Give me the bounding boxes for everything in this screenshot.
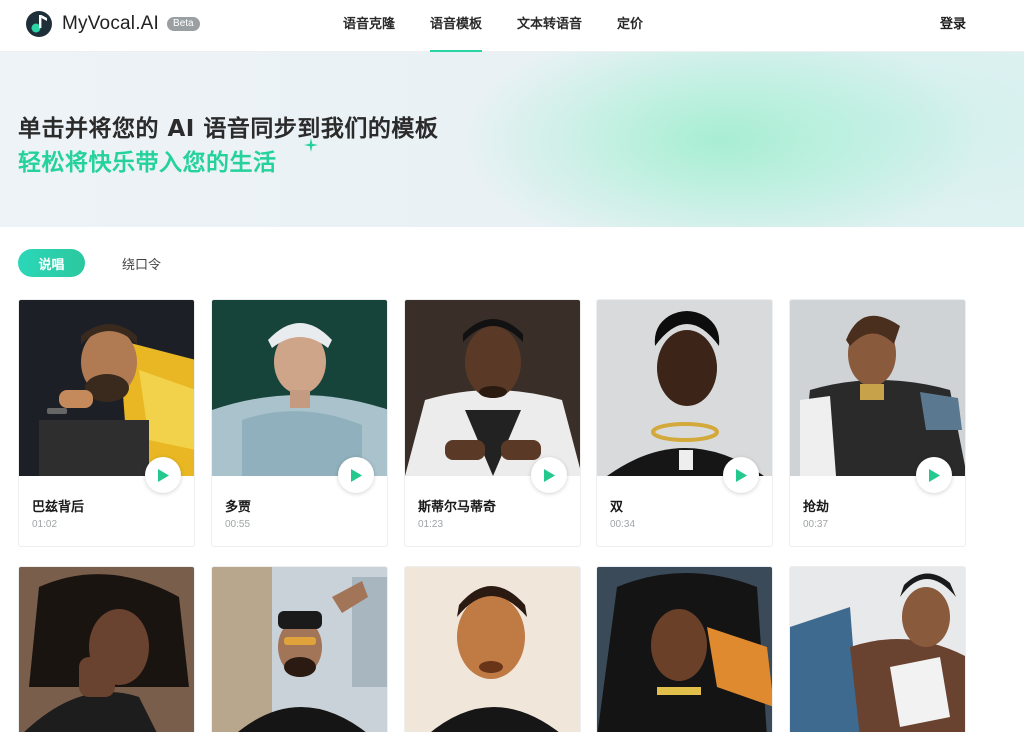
card-duration: 01:23 [418,519,444,530]
play-button[interactable] [531,457,567,493]
template-card[interactable] [789,566,966,732]
play-icon [736,468,747,482]
tab-rap[interactable]: 说唱 [18,249,85,277]
card-title: 双 [610,500,624,515]
template-card[interactable] [18,566,195,732]
template-card[interactable] [404,566,581,732]
card-duration: 00:55 [225,519,251,530]
card-title: 多贾 [225,500,252,515]
template-card[interactable]: 斯蒂尔马蒂奇 01:23 [404,299,581,547]
card-title: 巴兹背后 [32,500,85,515]
card-artwork [212,567,387,732]
play-button[interactable] [145,457,181,493]
card-title: 抢劫 [803,500,830,515]
card-artwork [597,300,772,476]
play-icon [544,468,555,482]
banner-subtitle: 轻松将快乐带入您的生活 [18,150,277,176]
login-button[interactable]: 登录 [940,13,966,32]
template-card[interactable]: 巴兹背后 01:02 [18,299,195,547]
music-note-icon [26,11,52,37]
nav-text-to-speech[interactable]: 文本转语音 [517,0,582,52]
card-artwork [790,300,965,476]
play-button[interactable] [723,457,759,493]
template-card[interactable]: 抢劫 00:37 [789,299,966,547]
template-card[interactable]: 多贾 00:55 [211,299,388,547]
play-button[interactable] [338,457,374,493]
card-artwork [790,567,965,732]
card-duration: 00:34 [610,519,636,530]
template-card[interactable] [211,566,388,732]
card-artwork [212,300,387,476]
card-artwork [405,300,580,476]
play-icon [929,468,940,482]
template-card[interactable] [596,566,773,732]
beta-badge: Beta [167,17,200,31]
banner-title: 单击并将您的 AI 语音同步到我们的模板 [18,116,439,142]
nav-voice-cloning[interactable]: 语音克隆 [343,0,395,52]
template-card[interactable]: 双 00:34 [596,299,773,547]
brand-name: MyVocal.AI [62,13,160,34]
play-button[interactable] [916,457,952,493]
nav-voice-templates[interactable]: 语音模板 [430,0,483,52]
tab-tongue-twister[interactable]: 绕口令 [122,254,161,273]
hero-banner: 单击并将您的 AI 语音同步到我们的模板 轻松将快乐带入您的生活 [0,52,1024,227]
card-artwork [597,567,772,732]
play-icon [158,468,169,482]
main-nav: 语音克隆 语音模板 文本转语音 定价 [343,0,678,52]
top-navigation-bar: MyVocal.AI Beta 语音克隆 语音模板 文本转语音 定价 登录 [0,0,1024,52]
card-duration: 00:37 [803,519,829,530]
nav-pricing[interactable]: 定价 [617,0,643,52]
card-title: 斯蒂尔马蒂奇 [418,500,497,515]
brand-logo[interactable]: MyVocal.AI Beta [24,9,200,39]
sparkle-icon [304,138,318,152]
card-artwork [19,300,194,476]
card-duration: 01:02 [32,519,58,530]
card-artwork [19,567,194,732]
play-icon [351,468,362,482]
card-artwork [405,567,580,732]
